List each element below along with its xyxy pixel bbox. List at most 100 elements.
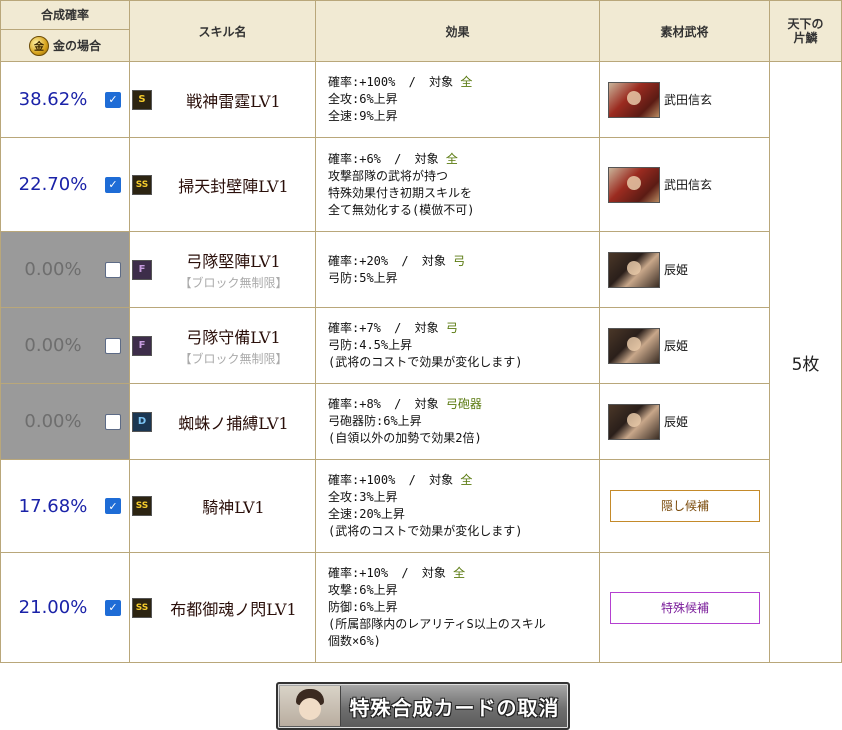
advisor-portrait-icon [280, 686, 341, 726]
effect-cell: 確率:+20% / 対象 弓 弓防:5%上昇 [315, 231, 600, 308]
skill-select-checkbox[interactable]: ✓ [105, 91, 121, 108]
material-cell: 辰姫 [599, 307, 770, 384]
effect-line: (武将のコストで効果が変化します) [328, 524, 523, 538]
skill-synthesis-table: 合成確率 金 金の場合 スキル名 効果 素材武将 天下の 片鱗 38.62% ✓ [0, 0, 842, 663]
skill-select-checkbox[interactable] [105, 413, 121, 430]
effect-line: 弓防:5%上昇 [328, 270, 398, 285]
rank-badge-icon: F [132, 259, 152, 280]
skill-name: 弓隊堅陣LV1 [186, 252, 281, 271]
effect-column-header: 効果 [315, 0, 600, 62]
effect-cell: 確率:+10% / 対象 全 攻撃:6%上昇 防御:6%上昇 (所属部隊内のレアリテ… [315, 552, 600, 663]
general-portrait-icon[interactable] [608, 166, 660, 203]
effect-target-label: 対象 [429, 473, 454, 487]
general-portrait-icon[interactable] [608, 327, 660, 364]
synthesis-rate-cell: 0.00% [0, 307, 130, 384]
effect-separator: / [408, 75, 416, 89]
rate-header-title: 合成確率 [1, 1, 129, 30]
effect-separator: / [401, 566, 409, 580]
skill-row: 17.68% ✓ SS 騎神LV1 確率:+100% / 対象 全 全攻:3%上… [0, 459, 842, 553]
effect-target-label: 対象 [421, 566, 446, 580]
cancel-special-card-button[interactable]: 特殊合成カードの取消 [276, 682, 570, 730]
effect-rate: 確率:+100% [328, 473, 396, 487]
effect-target-label: 対象 [414, 151, 439, 166]
rank-badge-icon: SS [132, 174, 152, 195]
rank-badge-icon: F [132, 335, 152, 356]
effect-separator: / [401, 253, 409, 268]
synthesis-rate-value: 38.62% [18, 89, 88, 110]
skill-name-cell: F 弓隊守備LV1 【ブロック無制限】 [129, 307, 316, 384]
material-general-name: 武田信玄 [664, 93, 713, 107]
effect-target: 全 [445, 151, 458, 166]
material-cell: 辰姫 [599, 383, 770, 460]
effect-line: 全速:9%上昇 [328, 109, 398, 123]
effect-line: 全攻:6%上昇 [328, 92, 398, 106]
effect-target-label: 対象 [429, 75, 454, 89]
effect-line: 全速:20%上昇 [328, 507, 405, 521]
skill-row: 22.70% ✓ SS 掃天封壁陣LV1 確率:+6% / 対象 全 攻撃部隊の… [0, 137, 842, 232]
rank-badge-icon: SS [132, 496, 152, 516]
skill-row: 0.00% F 弓隊守備LV1 【ブロック無制限】 確率:+7% / 対象 弓 … [0, 307, 842, 384]
skill-name: 騎神LV1 [202, 498, 265, 517]
effect-target: 全 [460, 473, 473, 487]
table-header-row: 合成確率 金 金の場合 スキル名 効果 素材武将 天下の 片鱗 [0, 0, 842, 62]
effect-cell: 確率:+8% / 対象 弓砲器 弓砲器防:6%上昇 (自領以外の加勢で効果2倍) [315, 383, 600, 460]
gold-coin-icon: 金 [28, 35, 49, 56]
effect-separator: / [394, 151, 402, 166]
material-column-header: 素材武将 [599, 0, 770, 62]
effect-target: 弓 [445, 321, 458, 335]
rank-badge-icon: SS [132, 597, 152, 618]
effect-cell: 確率:+6% / 対象 全 攻撃部隊の武将が持つ 特殊効果付き初期スキルを 全て無効… [315, 137, 600, 232]
general-portrait-icon[interactable] [608, 81, 660, 118]
effect-line: 弓砲器防:6%上昇 [328, 414, 422, 428]
rate-column-header: 合成確率 金 金の場合 [0, 0, 130, 62]
effect-rate: 確率:+10% [328, 566, 389, 580]
skill-name-cell: SS 騎神LV1 [129, 459, 316, 553]
synthesis-rate-value: 21.00% [18, 597, 88, 618]
skill-name-cell: F 弓隊堅陣LV1 【ブロック無制限】 [129, 231, 316, 308]
effect-target: 弓砲器 [445, 397, 482, 411]
material-cell: 武田信玄 [599, 137, 770, 232]
effect-rate: 確率:+6% [328, 151, 381, 166]
tenka-count: 5枚 [769, 61, 842, 663]
skill-select-checkbox[interactable]: ✓ [105, 176, 121, 193]
general-portrait-icon[interactable] [608, 403, 660, 440]
synthesis-rate-cell: 17.68% ✓ [0, 459, 130, 553]
effect-line: 弓防:4.5%上昇 [328, 338, 413, 352]
synthesis-rate-value: 17.68% [18, 495, 88, 517]
effect-separator: / [408, 473, 416, 487]
effect-target: 弓 [453, 253, 466, 268]
effect-separator: / [394, 397, 402, 411]
material-general-name: 辰姫 [664, 339, 689, 353]
candidate-button[interactable]: 隠し候補 [610, 490, 760, 522]
skill-select-checkbox[interactable] [105, 337, 121, 354]
effect-line: 防御:6%上昇 [328, 600, 398, 614]
skill-name: 戦神雷霆LV1 [186, 91, 281, 111]
effect-rate: 確率:+7% [328, 321, 381, 335]
synthesis-rate-cell: 0.00% [0, 231, 130, 308]
effect-target: 全 [453, 566, 466, 580]
effect-rate: 確率:+8% [328, 397, 381, 411]
skill-name: 掃天封壁陣LV1 [178, 176, 289, 196]
effect-line: 特殊効果付き初期スキルを [328, 185, 473, 200]
effect-line: 個数×6%) [328, 634, 381, 648]
material-cell: 武田信玄 [599, 61, 770, 138]
effect-cell: 確率:+7% / 対象 弓 弓防:4.5%上昇 (武将のコストで効果が変化します) [315, 307, 600, 384]
skill-row: 0.00% D 蜘蛛ノ捕縛LV1 確率:+8% / 対象 弓砲器 弓砲器防:6%… [0, 383, 842, 460]
material-cell: 特殊候補 [599, 552, 770, 663]
general-portrait-icon[interactable] [608, 251, 660, 288]
skill-note: 【ブロック無制限】 [179, 352, 288, 366]
skill-select-checkbox[interactable]: ✓ [105, 498, 121, 514]
skill-select-checkbox[interactable]: ✓ [105, 599, 121, 616]
effect-line: 全攻:3%上昇 [328, 490, 398, 504]
effect-line: 攻撃:6%上昇 [328, 583, 398, 597]
synthesis-rate-cell: 21.00% ✓ [0, 552, 130, 663]
candidate-button[interactable]: 特殊候補 [610, 591, 760, 624]
skill-row: 21.00% ✓ SS 布都御魂ノ閃LV1 確率:+10% / 対象 全 攻撃:… [0, 552, 842, 663]
skill-name-cell: D 蜘蛛ノ捕縛LV1 [129, 383, 316, 460]
synthesis-rate-value: 22.70% [18, 174, 88, 195]
material-cell: 辰姫 [599, 231, 770, 308]
effect-separator: / [394, 321, 402, 335]
skill-select-checkbox[interactable] [105, 261, 121, 278]
cancel-special-card-label: 特殊合成カードの取消 [349, 695, 560, 720]
skill-name-cell: S 戦神雷霆LV1 [129, 61, 316, 138]
